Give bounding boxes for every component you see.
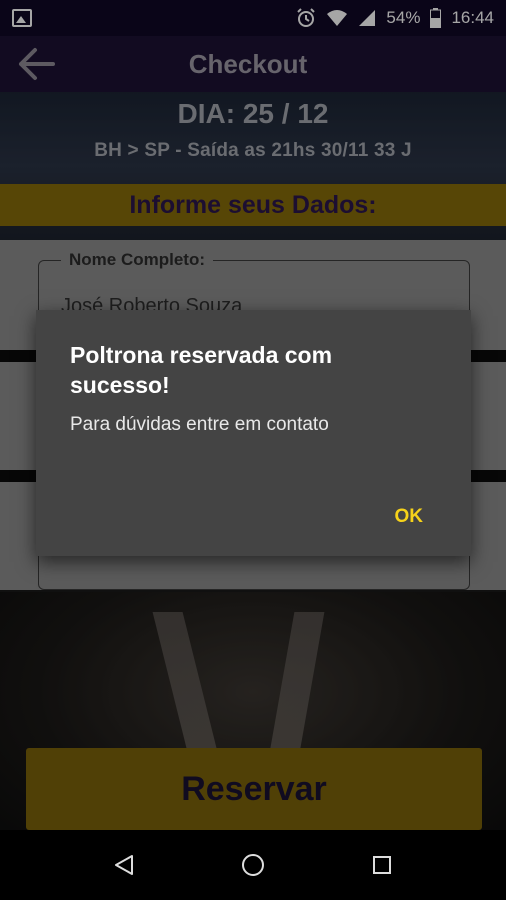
dialog-title: Poltrona reservada com sucesso! [70,342,333,398]
back-triangle-icon [115,855,134,875]
nav-bar [0,830,506,900]
battery-icon [430,8,442,28]
dialog-message: Para dúvidas entre em contato [70,414,329,435]
section-title: Informe seus Dados: [129,190,377,219]
success-dialog: Poltrona reservada com sucesso! Para dúv… [36,310,471,556]
alarm-icon [297,8,316,27]
recents-square-icon [372,856,391,874]
section-banner: Informe seus Dados: [0,184,506,226]
app-bar: Checkout [0,36,506,92]
trip-date: DIA: 25 / 12 [177,98,329,129]
reserve-button-label: Reservar [181,769,327,808]
status-bar: 54% 16:44 [0,0,506,36]
battery-percent: 54% [386,8,421,27]
name-field-label: Nome Completo: [61,250,213,270]
wifi-icon [327,10,348,26]
trip-route: BH > SP - Saída as 21hs 30/11 33 J [94,140,412,161]
nav-recents-button[interactable] [362,845,402,885]
nav-back-button[interactable] [104,845,144,885]
nav-home-button[interactable] [233,845,273,885]
home-circle-icon [241,854,264,876]
page-title: Checkout [188,48,308,79]
clock: 16:44 [451,8,494,27]
arrow-left-icon [19,48,55,80]
photo-icon [12,9,32,27]
reserve-button[interactable]: Reservar [26,748,482,830]
trip-info: DIA: 25 / 12 BH > SP - Saída as 21hs 30/… [0,92,506,162]
signal-icon [359,10,376,26]
ok-button[interactable]: OK [391,502,428,532]
back-button[interactable] [14,44,58,84]
